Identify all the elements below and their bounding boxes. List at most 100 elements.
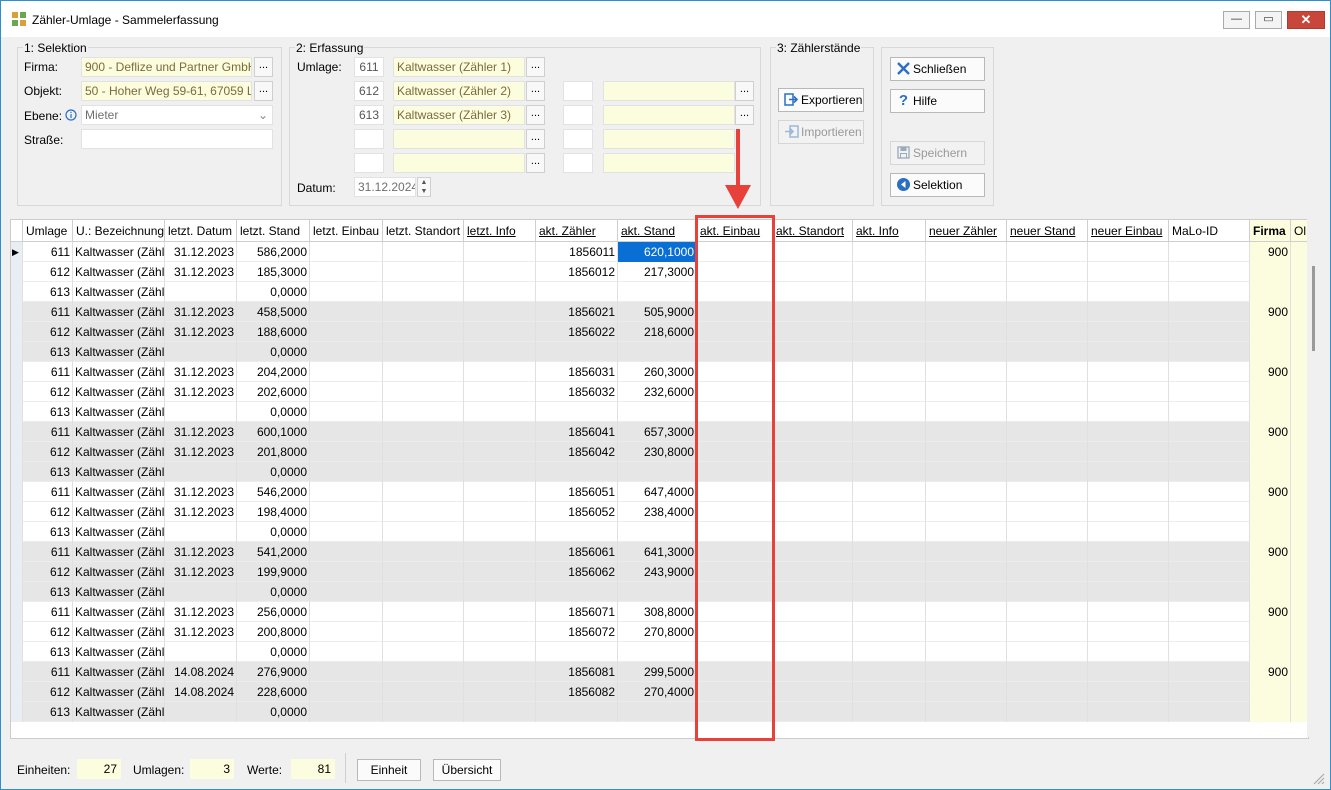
table-cell[interactable]: 1856062 [536,562,618,582]
table-cell[interactable]: 1856021 [536,302,618,322]
table-row[interactable]: 613 Kaltwasser (Zähle 0,0000 [11,342,1308,362]
table-cell[interactable] [926,562,1007,582]
strasse-field[interactable] [81,129,273,149]
table-row[interactable]: 612 Kaltwasser (Zähle 31.12.2023 199,9000 18… [11,562,1308,582]
firma-field[interactable]: 900 - Deflize und Partner GmbH [81,57,252,77]
table-cell[interactable] [1007,482,1088,502]
table-cell[interactable]: 647,4000 [618,482,697,502]
table-cell[interactable] [773,582,853,602]
umlage-number-b3[interactable] [563,129,593,149]
table-cell[interactable] [1169,262,1250,282]
table-cell[interactable] [926,542,1007,562]
table-cell[interactable] [773,322,853,342]
table-cell[interactable] [1169,322,1250,342]
umlage-name-b1[interactable] [603,81,735,101]
table-cell[interactable] [853,282,926,302]
column-header-letzt-standort[interactable]: letzt. Standort [383,220,464,242]
table-cell[interactable] [1169,482,1250,502]
table-cell[interactable] [1169,642,1250,662]
table-cell[interactable] [853,322,926,342]
table-cell[interactable] [926,642,1007,662]
row-indicator[interactable] [11,402,23,422]
row-indicator[interactable] [11,582,23,602]
table-cell[interactable] [853,242,926,262]
row-indicator[interactable] [11,682,23,702]
table-cell[interactable] [1169,542,1250,562]
umlage-number-b1[interactable] [563,81,593,101]
table-cell[interactable] [618,342,697,362]
table-cell[interactable]: 657,3000 [618,422,697,442]
table-cell[interactable]: 1856071 [536,602,618,622]
row-indicator[interactable] [11,602,23,622]
column-header-u-bezeichnung[interactable]: U.: Bezeichnung [73,220,165,242]
table-cell[interactable] [853,462,926,482]
table-cell[interactable] [1007,642,1088,662]
umlage-number-2[interactable]: 612 [354,81,384,101]
table-cell[interactable] [1007,402,1088,422]
table-cell[interactable] [1088,702,1169,722]
column-header-letzt-einbau[interactable]: letzt. Einbau [310,220,383,242]
table-cell[interactable] [1088,242,1169,262]
table-cell[interactable] [1088,602,1169,622]
table-cell[interactable] [1088,582,1169,602]
objekt-browse-button[interactable]: ... [254,81,273,101]
table-cell[interactable] [1088,362,1169,382]
umlage-name-1[interactable]: Kaltwasser (Zähler 1) [393,57,525,77]
table-cell[interactable] [926,422,1007,442]
umlage-number-3[interactable]: 613 [354,105,384,125]
einheit-button[interactable]: Einheit [357,759,421,781]
minimize-button[interactable]: — [1223,11,1250,29]
row-indicator[interactable]: ▶ [11,242,23,262]
table-cell[interactable] [853,342,926,362]
table-cell[interactable] [1169,402,1250,422]
table-cell[interactable] [1169,302,1250,322]
table-cell[interactable] [926,522,1007,542]
table-cell[interactable]: 1856032 [536,382,618,402]
table-cell[interactable] [773,602,853,622]
umlage-name-b2[interactable] [603,105,735,125]
table-cell[interactable] [926,362,1007,382]
table-cell[interactable] [1169,502,1250,522]
table-cell[interactable] [1007,422,1088,442]
table-cell[interactable] [853,602,926,622]
table-cell[interactable] [1169,562,1250,582]
table-cell[interactable] [1169,682,1250,702]
table-cell[interactable] [1088,402,1169,422]
column-header-malo-id[interactable]: MaLo-ID [1169,220,1250,242]
umlage-name-5[interactable] [393,153,525,173]
hilfe-button[interactable]: ? Hilfe [890,89,985,113]
table-cell[interactable] [1088,302,1169,322]
row-indicator[interactable] [11,362,23,382]
table-cell[interactable] [773,622,853,642]
data-grid[interactable]: Umlage U.: Bezeichnung letzt. Datum letzt. … [10,219,1309,739]
table-cell[interactable] [618,522,697,542]
table-cell[interactable] [773,422,853,442]
table-cell[interactable] [853,582,926,602]
table-cell[interactable] [926,502,1007,522]
table-cell[interactable] [1007,562,1088,582]
table-cell[interactable] [926,582,1007,602]
umlage-browse-1[interactable]: ... [526,57,545,77]
table-cell[interactable]: 1856022 [536,322,618,342]
table-cell[interactable] [1088,562,1169,582]
table-cell[interactable] [773,682,853,702]
vertical-scrollbar[interactable] [1307,219,1322,737]
table-row[interactable]: 613 Kaltwasser (Zähle 0,0000 [11,402,1308,422]
table-cell[interactable] [1088,542,1169,562]
table-cell[interactable] [1007,322,1088,342]
umlage-browse-4[interactable]: ... [526,129,545,149]
row-indicator[interactable] [11,542,23,562]
column-header-akt-stand[interactable]: akt. Stand [618,220,697,242]
table-cell[interactable] [1088,482,1169,502]
table-cell[interactable] [1007,542,1088,562]
table-cell[interactable] [1007,302,1088,322]
table-row[interactable]: 613 Kaltwasser (Zähle 0,0000 [11,642,1308,662]
table-cell[interactable] [1169,522,1250,542]
table-row[interactable]: 613 Kaltwasser (Zähle 0,0000 [11,282,1308,302]
table-cell[interactable] [853,262,926,282]
table-cell[interactable] [853,402,926,422]
row-indicator[interactable] [11,622,23,642]
table-cell[interactable] [926,602,1007,622]
umlage-name-b3[interactable] [603,129,735,149]
table-cell[interactable] [926,262,1007,282]
